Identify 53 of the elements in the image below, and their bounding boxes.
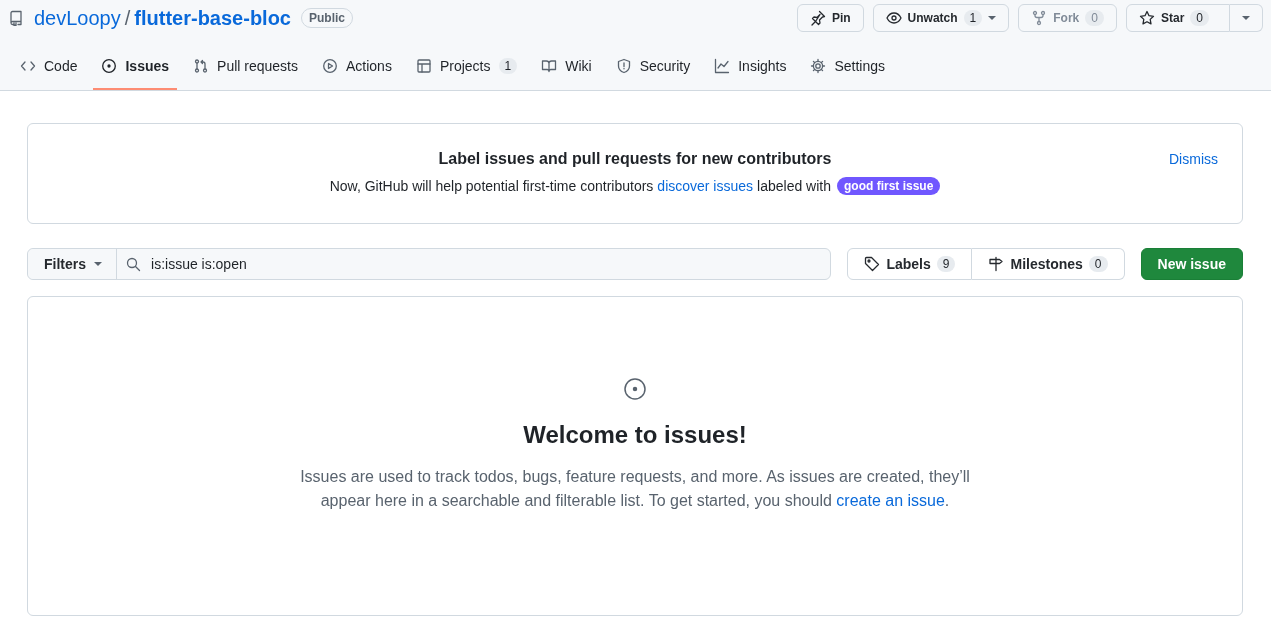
nav-tab[interactable]: Pull requests	[185, 48, 306, 90]
blankslate-text: Issues are used to track todos, bugs, feature requests, and more. As issues are created, they’ll appear here in a searchable and filterable list. To get started, you should create an issue.	[299, 467, 971, 511]
nav-tab[interactable]: Projects 1	[407, 48, 526, 90]
shield-icon	[615, 58, 632, 74]
play-icon	[322, 58, 338, 74]
count-badge: 1	[498, 58, 518, 74]
count-badge: 0	[1088, 256, 1108, 272]
nav-tab[interactable]: Wiki	[533, 48, 600, 90]
gear-icon	[810, 58, 827, 74]
nav-tab[interactable]: Actions	[314, 48, 400, 90]
create-issue-link[interactable]: create an issue	[836, 492, 945, 509]
watch-button[interactable]: Unwatch 1	[872, 4, 1010, 32]
nav-tab[interactable]: Insights	[706, 48, 795, 90]
milestones-button[interactable]: Milestones 0	[972, 248, 1125, 280]
count-badge: 0	[1190, 10, 1209, 26]
owner-link[interactable]: devLoopy	[34, 6, 121, 30]
nav-tab[interactable]: Settings	[802, 48, 894, 90]
banner-text: labeled with	[757, 178, 831, 194]
tag-icon	[864, 256, 881, 272]
dismiss-link[interactable]: Dismiss	[1169, 151, 1218, 167]
search-field[interactable]: Filters is:issue is:open	[27, 248, 832, 280]
banner-title: Label issues and pull requests for new contributors	[438, 150, 832, 168]
pr-icon	[193, 58, 210, 74]
search-icon	[125, 256, 141, 272]
banner-text: Now, GitHub will help potential first-time contributors	[329, 178, 654, 194]
book-icon	[541, 58, 558, 74]
labels-button[interactable]: Labels 9	[847, 248, 973, 280]
eye-icon	[885, 10, 902, 26]
pin-icon	[809, 10, 826, 26]
discover-issues-link[interactable]: discover issues	[657, 178, 754, 194]
nav-tab[interactable]: Security	[607, 48, 699, 90]
nav-tab[interactable]: Code	[12, 48, 86, 90]
blankslate-title: Welcome to issues!	[523, 421, 747, 449]
count-badge: 1	[963, 10, 983, 26]
path-separator: /	[124, 6, 131, 30]
issue-icon	[101, 58, 118, 74]
count-badge: 0	[1085, 10, 1104, 26]
star-button[interactable]: Star 0	[1125, 4, 1230, 32]
repo-icon	[8, 10, 24, 26]
star-icon	[1138, 10, 1155, 26]
table-icon	[415, 58, 432, 74]
issue-icon	[623, 377, 647, 401]
issue-label: good first issue	[837, 177, 941, 195]
fork-icon	[1031, 10, 1048, 26]
graph-icon	[714, 58, 731, 74]
count-badge: 9	[936, 256, 956, 272]
nav-tab[interactable]: Issues	[93, 48, 178, 90]
new-issue-button[interactable]: New issue	[1140, 248, 1243, 280]
repo-name-link[interactable]: flutter-base-bloc	[134, 6, 291, 30]
filters-button[interactable]: Filters	[28, 249, 117, 279]
pin-button[interactable]: Pin	[796, 4, 864, 32]
signpost-icon	[988, 256, 1005, 272]
star-dropdown-button[interactable]	[1230, 4, 1263, 32]
